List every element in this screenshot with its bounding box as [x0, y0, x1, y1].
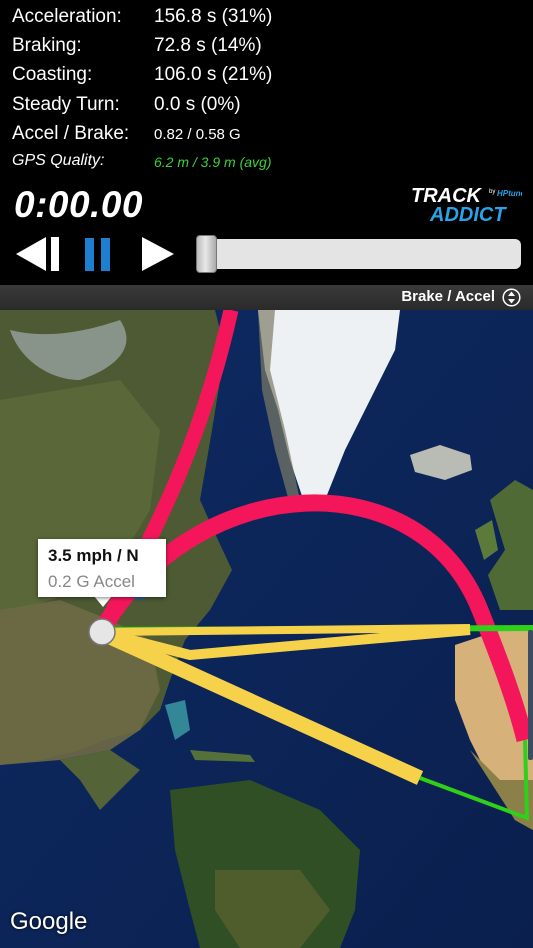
- pause-icon[interactable]: [84, 232, 112, 276]
- logo-brand-text: HPtuners: [497, 189, 522, 198]
- map-canvas: [0, 310, 533, 948]
- playback-slider-thumb[interactable]: [196, 235, 217, 273]
- stat-value: 106.0 s (21%): [154, 64, 273, 85]
- playback-controls: [0, 232, 533, 278]
- stat-label: Coasting:: [12, 64, 93, 85]
- lap-timer: 0:00.00: [14, 184, 143, 225]
- callout-pointer: [94, 596, 112, 607]
- position-callout: 3.5 mph / N 0.2 G Accel: [38, 539, 166, 597]
- vehicle-position-marker[interactable]: [88, 618, 116, 646]
- play-icon[interactable]: [140, 232, 176, 276]
- dropdown-diamond-icon[interactable]: [502, 288, 521, 307]
- callout-accel: 0.2 G Accel: [48, 572, 135, 591]
- map-edge-handle: [528, 630, 533, 760]
- stat-value: 0.82 / 0.58 G: [154, 126, 241, 143]
- display-mode-selector[interactable]: Brake / Accel: [401, 288, 495, 305]
- satellite-map[interactable]: [0, 310, 533, 948]
- stat-label: GPS Quality:: [12, 152, 105, 169]
- stat-value: 6.2 m / 3.9 m (avg): [154, 154, 272, 170]
- stat-value: 0.0 s (0%): [154, 94, 241, 115]
- track-addict-logo: TRACK by HPtuners ADDICT: [411, 185, 522, 225]
- stat-label: Accel / Brake:: [12, 123, 130, 144]
- google-attribution: Google: [10, 908, 88, 935]
- logo-by-text: by: [489, 189, 495, 195]
- callout-speed: 3.5 mph / N: [48, 546, 139, 565]
- stat-value: 72.8 s (14%): [154, 35, 262, 56]
- stat-label: Steady Turn:: [12, 94, 120, 115]
- stat-label: Acceleration:: [12, 6, 122, 27]
- stat-value: 156.8 s (31%): [154, 6, 273, 27]
- skip-back-icon[interactable]: [14, 232, 64, 276]
- stat-label: Braking:: [12, 35, 82, 56]
- display-mode-bar: Brake / Accel: [0, 285, 533, 310]
- logo-addict-text: ADDICT: [429, 204, 507, 225]
- playback-slider-track[interactable]: [196, 239, 521, 269]
